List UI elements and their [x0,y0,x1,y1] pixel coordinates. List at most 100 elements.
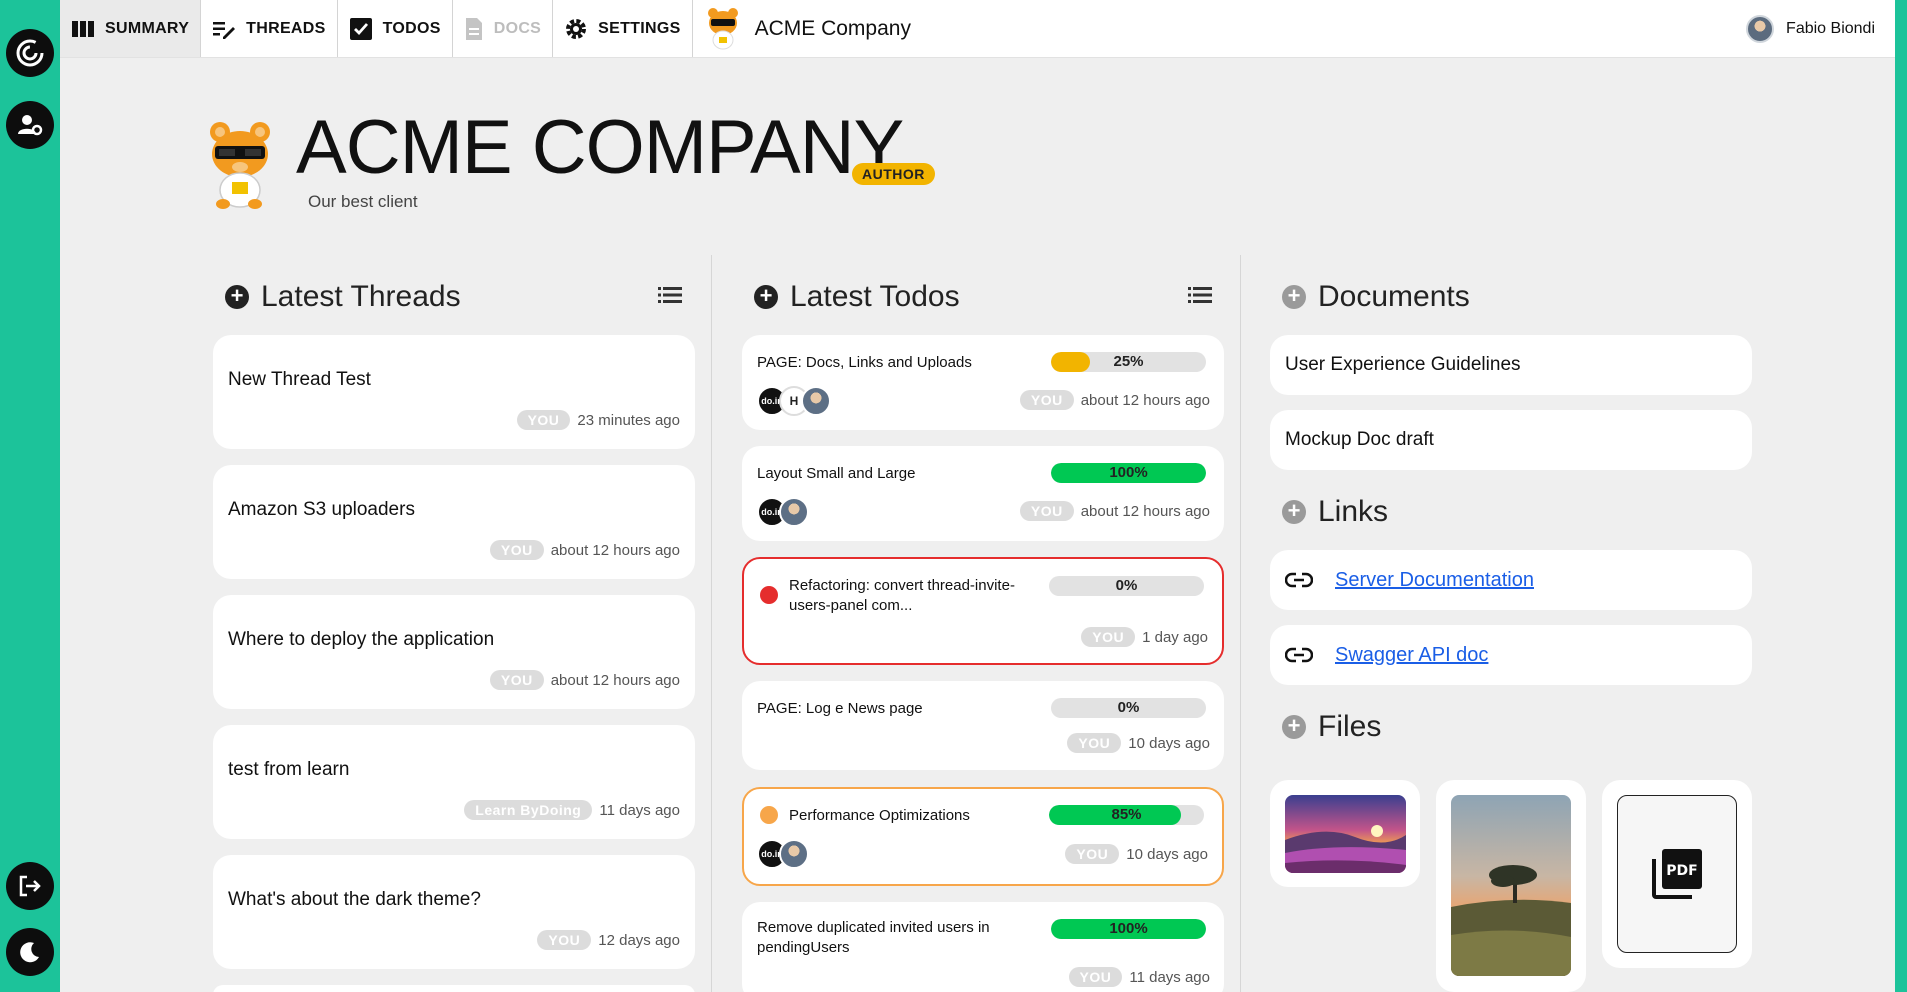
role-badge: AUTHOR [852,163,935,185]
author-badge: YOU [1081,627,1136,647]
todo-card[interactable]: Remove duplicated invited users in pendi… [742,902,1224,992]
todos-list-icon[interactable] [1188,286,1212,304]
priority-medium-dot [760,806,778,824]
member-avatar [801,386,831,416]
todo-members: do.in [757,839,809,869]
link-icon [1285,572,1313,588]
logout-icon [19,875,41,897]
todo-progress: 100% [1051,463,1206,483]
tab-todos[interactable]: TODOS [338,0,453,57]
thread-card[interactable]: New Thread Test YOU 23 minutes ago [213,335,695,449]
column-divider [711,255,712,992]
tab-summary-label: SUMMARY [105,19,190,37]
thread-time: 12 days ago [598,931,680,949]
todo-time: about 12 hours ago [1080,391,1210,409]
todo-progress: 25% [1051,352,1206,372]
file-card[interactable] [1436,780,1586,992]
thread-title: test from learn [228,759,350,780]
author-badge: YOU [1068,967,1123,987]
user-gear-icon [18,115,43,136]
thread-time: about 12 hours ago [550,541,680,559]
threads-heading-label: Latest Threads [261,280,461,313]
thread-card[interactable]: Amazon S3 uploaders YOU about 12 hours a… [213,465,695,579]
tab-summary[interactable]: SUMMARY [60,0,202,57]
app-logo-button[interactable] [6,29,54,77]
links-heading: + Links [1282,495,1388,529]
todo-progress: 0% [1051,698,1206,718]
document-item[interactable]: User Experience Guidelines [1270,335,1752,395]
thread-time: 23 minutes ago [577,411,680,429]
document-title: Mockup Doc draft [1285,429,1434,450]
todos-heading: + Latest Todos [754,280,960,314]
file-card[interactable] [1270,780,1420,887]
files-heading: + Files [1282,710,1381,744]
page-subtitle: Our best client [308,192,418,211]
threads-list-icon[interactable] [658,286,682,304]
thread-time: 11 days ago [599,801,680,819]
add-file-icon[interactable]: + [1282,715,1306,739]
author-badge: YOU [1019,501,1074,521]
add-thread-icon[interactable]: + [225,285,249,309]
add-todo-icon[interactable]: + [754,285,778,309]
tree-landscape-image [1451,795,1571,976]
links-heading-label: Links [1318,495,1389,528]
todo-card[interactable]: Layout Small and Large 100% do.in YOU ab… [742,446,1224,541]
brand-name: ACME Company [754,16,911,40]
todo-members: do.in [757,497,809,527]
link-icon [1285,647,1313,663]
thread-meta: YOU 23 minutes ago [516,410,680,430]
todo-meta: YOU 11 days ago [1068,967,1210,987]
add-link-icon[interactable]: + [1282,500,1306,524]
author-badge: YOU [489,540,544,560]
todo-title: Layout Small and Large [757,465,916,482]
thread-time: about 12 hours ago [550,671,680,689]
thread-card[interactable] [213,985,695,992]
link-item[interactable]: Server Documentation [1270,550,1752,610]
tab-docs[interactable]: DOCS [453,0,554,57]
link-item[interactable]: Swagger API doc [1270,625,1752,685]
thread-card[interactable]: test from learn Learn ByDoing 11 days ag… [213,725,695,839]
todo-time: about 12 hours ago [1080,502,1210,520]
todo-card[interactable]: Refactoring: convert thread-invite-users… [742,557,1224,665]
link-server-documentation[interactable]: Server Documentation [1335,569,1534,592]
right-accent-strip [1895,0,1907,992]
add-document-icon[interactable]: + [1282,285,1306,309]
todo-card[interactable]: PAGE: Log e News page 0% YOU 10 days ago [742,681,1224,770]
todo-meta: YOU 10 days ago [1067,733,1210,753]
file-card[interactable]: PDF [1602,780,1752,968]
thread-card[interactable]: Where to deploy the application YOU abou… [213,595,695,709]
thread-meta: YOU 12 days ago [537,930,680,950]
author-badge: YOU [489,670,544,690]
todo-meta: YOU about 12 hours ago [1019,390,1210,410]
thread-title: Where to deploy the application [228,629,495,650]
sidebar [0,0,60,992]
todo-meta: YOU about 12 hours ago [1019,501,1210,521]
progress-label: 0% [1115,577,1138,594]
thread-meta: Learn ByDoing 11 days ago [464,800,680,820]
todo-card[interactable]: PAGE: Docs, Links and Uploads 25% do.in … [742,335,1224,430]
todo-meta: YOU 10 days ago [1065,844,1208,864]
author-badge: YOU [516,410,571,430]
progress-label: 100% [1109,464,1148,481]
progress-label: 85% [1111,806,1142,823]
progress-label: 100% [1109,920,1148,937]
tab-threads[interactable]: THREADS [201,0,338,57]
tab-threads-label: THREADS [246,19,326,37]
tab-todos-label: TODOS [382,19,441,37]
logout-button[interactable] [6,862,54,910]
document-title: User Experience Guidelines [1285,354,1521,375]
progress-label: 25% [1113,353,1144,370]
tab-settings[interactable]: SETTINGS [553,0,693,57]
checkbox-icon [349,17,372,40]
todo-card[interactable]: Performance Optimizations 85% do.in YOU … [742,787,1224,886]
document-item[interactable]: Mockup Doc draft [1270,410,1752,470]
todos-heading-label: Latest Todos [790,280,960,313]
todo-time: 11 days ago [1129,968,1210,986]
user-menu[interactable]: Fabio Biondi [1746,0,1895,57]
documents-heading-label: Documents [1318,280,1470,313]
user-settings-button[interactable] [6,101,54,149]
todo-title: Performance Optimizations [789,807,970,824]
link-swagger-api-doc[interactable]: Swagger API doc [1335,644,1488,667]
thread-card[interactable]: What's about the dark theme? YOU 12 days… [213,855,695,969]
dark-mode-button[interactable] [6,928,54,976]
